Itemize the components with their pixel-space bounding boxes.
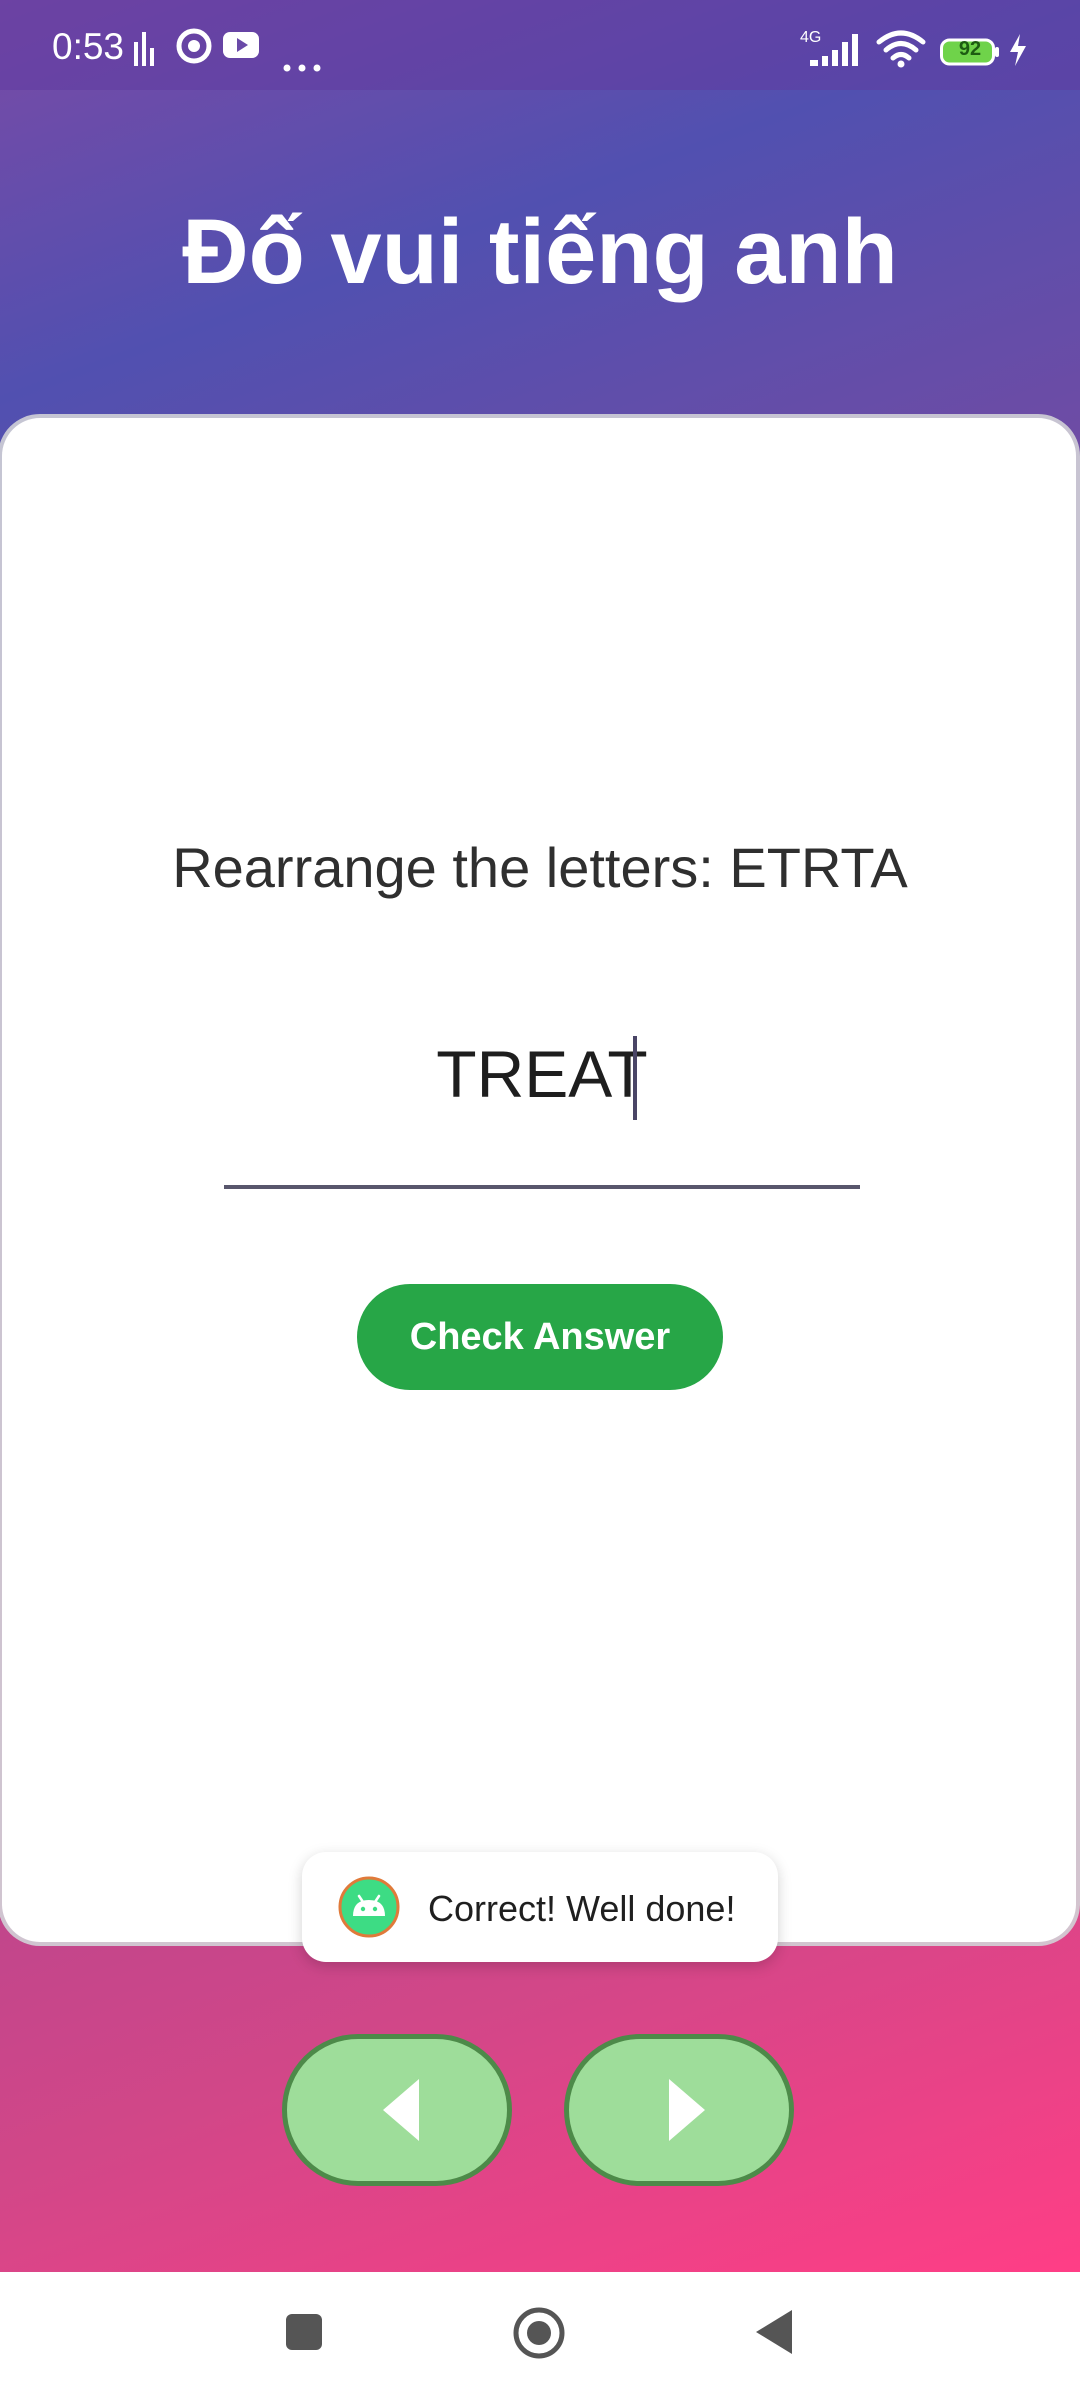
app-title: Đố vui tiếng anh (182, 201, 898, 303)
check-answer-button[interactable]: Check Answer (357, 1284, 723, 1390)
status-time: 0:53 (52, 26, 125, 67)
signal-activity-icon (132, 28, 158, 77)
answer-input-underline (224, 1185, 860, 1189)
chrome-icon (176, 28, 212, 73)
system-navigation-bar (0, 2272, 1080, 2400)
more-notifications-icon (282, 40, 322, 82)
text-cursor (633, 1036, 637, 1120)
answer-input-value: TREAT (436, 1037, 648, 1111)
answer-input[interactable]: TREAT (224, 1030, 860, 1190)
recent-apps-icon[interactable] (284, 2312, 324, 2357)
next-question-button[interactable] (564, 2034, 794, 2186)
cellular-signal-icon (808, 32, 864, 77)
quiz-prompt: Rearrange the letters: ETRTA (172, 836, 908, 899)
status-bar: 0:53 4G 92 (0, 0, 1080, 90)
toast-notification: Correct! Well done! (302, 1852, 778, 1962)
youtube-icon (222, 28, 260, 70)
battery-level: 92 (958, 38, 982, 60)
android-app-icon (338, 1876, 400, 1938)
wifi-icon (876, 30, 926, 77)
toast-message: Correct! Well done! (428, 1888, 736, 1929)
previous-question-button[interactable] (282, 2034, 512, 2186)
home-icon[interactable] (512, 2306, 566, 2365)
back-icon[interactable] (752, 2308, 796, 2361)
charging-icon (1006, 32, 1030, 77)
